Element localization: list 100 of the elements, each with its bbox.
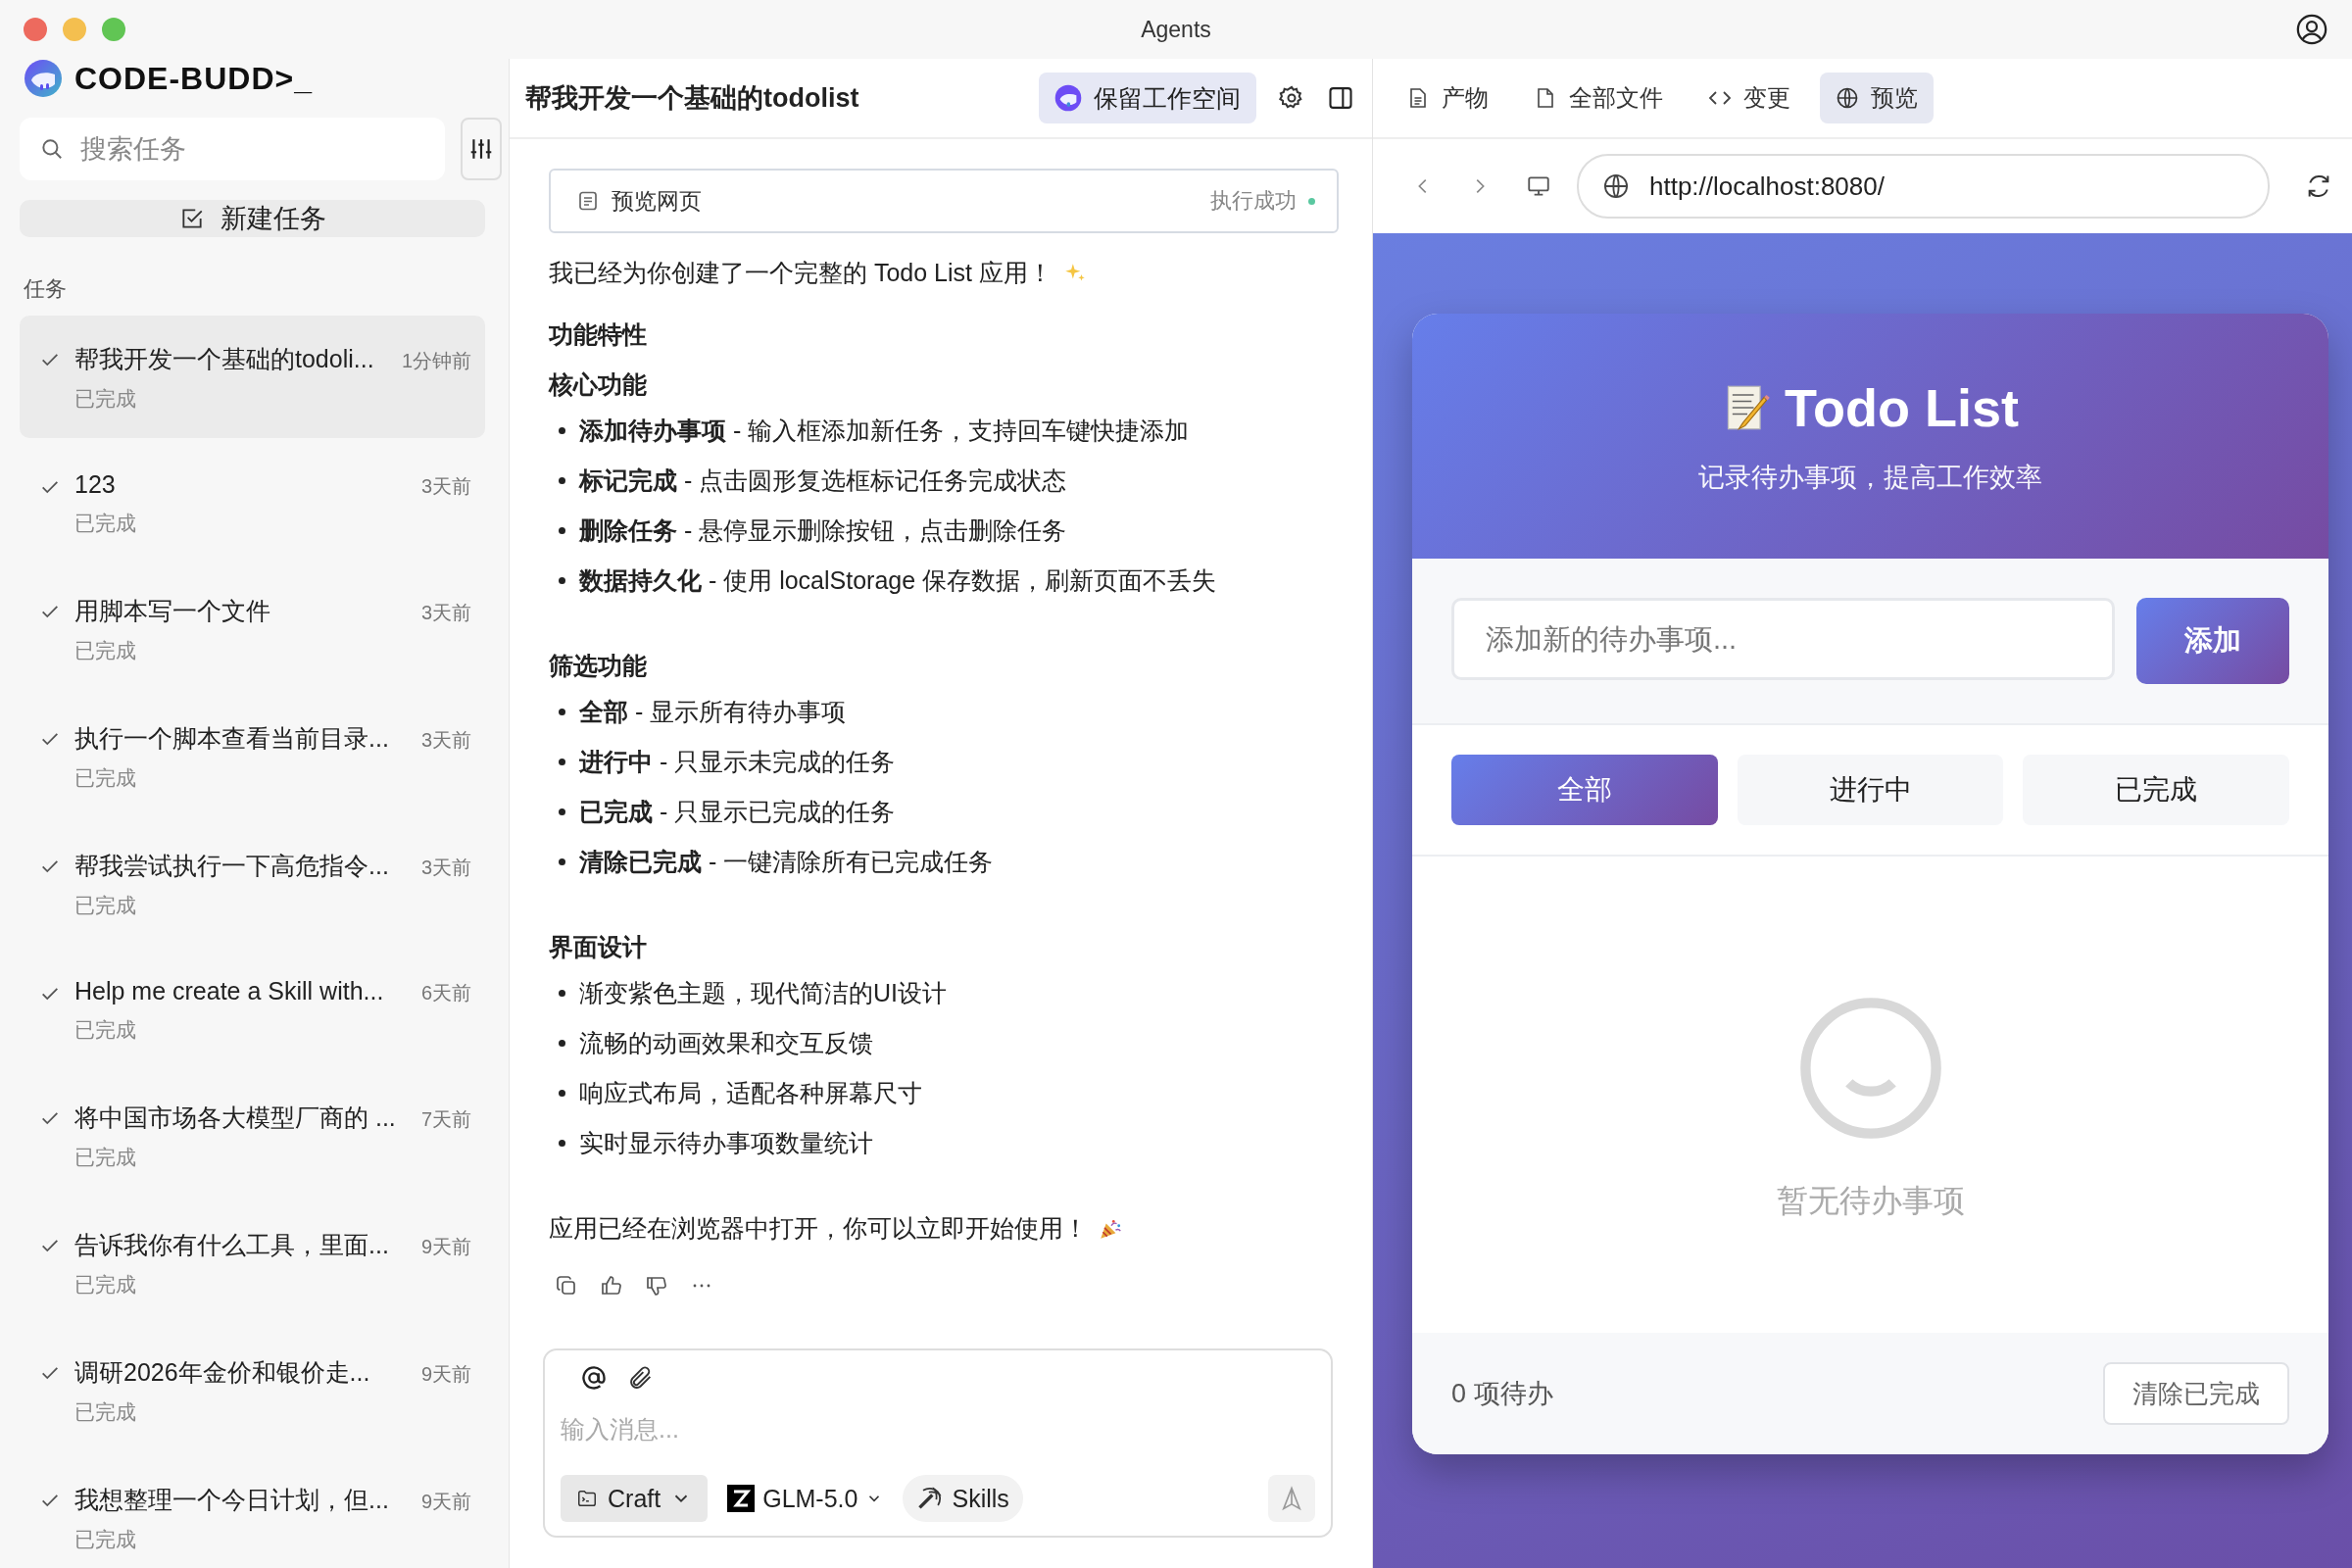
task-time: 6天前 xyxy=(420,981,471,1005)
task-time: 9天前 xyxy=(420,1490,471,1514)
bullet-text: 渐变紫色主题，现代简洁的UI设计 xyxy=(579,978,947,1008)
mode-dropdown[interactable]: Craft xyxy=(561,1475,709,1522)
task-time: 7天前 xyxy=(420,1107,471,1132)
task-status: 已完成 xyxy=(74,893,137,918)
address-bar[interactable]: http://localhost:8080/ xyxy=(1577,154,2270,219)
bullet-dot xyxy=(559,759,565,765)
thumbs-up-icon[interactable] xyxy=(600,1274,623,1298)
new-task-button[interactable]: 新建任务 xyxy=(20,200,485,237)
task-title: 帮我尝试执行一下高危指令... xyxy=(74,851,389,881)
task-status: 已完成 xyxy=(74,1399,137,1425)
mention-icon[interactable] xyxy=(580,1364,608,1392)
mascot-icon xyxy=(1054,84,1082,112)
section-heading: 核心功能 xyxy=(549,369,648,400)
copy-icon[interactable] xyxy=(555,1274,578,1298)
task-time: 1分钟前 xyxy=(401,349,471,373)
filter-button[interactable] xyxy=(461,118,502,180)
bullet-text: 清除已完成 - 一键清除所有已完成任务 xyxy=(579,847,994,877)
smiley-icon xyxy=(1797,996,1943,1141)
todo-count: 0 项待办 xyxy=(1451,1378,1553,1410)
filter-tab[interactable]: 进行中 xyxy=(1737,755,2004,825)
task-item[interactable]: 执行一个脚本查看当前目录... 3天前 已完成 xyxy=(20,695,485,817)
tool-name: 预览网页 xyxy=(612,186,702,216)
window-title: Agents xyxy=(1141,16,1211,43)
clear-completed-button[interactable]: 清除已完成 xyxy=(2103,1362,2289,1425)
task-status: 已完成 xyxy=(74,1017,137,1043)
task-status: 已完成 xyxy=(74,1145,137,1170)
task-title: 调研2026年金价和银价走... xyxy=(74,1357,370,1388)
search-icon xyxy=(39,136,65,162)
task-status: 已完成 xyxy=(74,638,137,663)
task-title: 用脚本写一个文件 xyxy=(74,596,270,626)
globe-icon xyxy=(1836,86,1859,110)
task-status: 已完成 xyxy=(74,765,137,791)
section-heading: 筛选功能 xyxy=(549,651,648,681)
task-time: 3天前 xyxy=(420,856,471,880)
task-title: Help me create a Skill with... xyxy=(74,977,384,1005)
globe-icon xyxy=(1602,172,1630,200)
task-item[interactable]: 我想整理一个今日计划，但... 9天前 已完成 xyxy=(20,1456,485,1568)
chat-title: 帮我开发一个基础的todolist xyxy=(525,82,859,115)
task-title: 123 xyxy=(74,470,116,499)
app-subtitle: 记录待办事项，提高工作效率 xyxy=(1698,462,2042,494)
monitor-icon[interactable] xyxy=(1526,173,1551,199)
bullet-dot xyxy=(559,527,565,534)
skills-button[interactable]: Skills xyxy=(903,1475,1023,1522)
bullet-dot xyxy=(559,1090,565,1097)
bullet-dot xyxy=(559,808,565,815)
bullet-text: 删除任务 - 悬停显示删除按钮，点击删除任务 xyxy=(579,515,1067,546)
todo-input[interactable]: 添加新的待办事项... xyxy=(1451,598,2115,680)
panel-tab[interactable]: 产物 xyxy=(1391,73,1504,123)
bullet-text: 流畅的动画效果和交互反馈 xyxy=(579,1028,873,1058)
message-text: 应用已经在浏览器中打开，你可以立即开始使用！ xyxy=(549,1213,1088,1244)
bullet-dot xyxy=(559,1040,565,1047)
keep-workspace-button[interactable]: 保留工作空间 xyxy=(1039,73,1256,123)
task-item[interactable]: 调研2026年金价和银价走... 9天前 已完成 xyxy=(20,1329,485,1451)
model-logo-icon xyxy=(727,1485,756,1512)
task-time: 9天前 xyxy=(420,1235,471,1259)
panel-tab[interactable]: 变更 xyxy=(1692,73,1806,123)
search-field[interactable]: 搜索任务 xyxy=(20,118,445,180)
document-icon xyxy=(576,189,600,213)
model-dropdown[interactable]: GLM-5.0 xyxy=(719,1484,892,1513)
task-time: 9天前 xyxy=(420,1362,471,1387)
add-button[interactable]: 添加 xyxy=(2136,598,2289,684)
folder-terminal-icon xyxy=(576,1488,598,1509)
bullet-dot xyxy=(559,427,565,434)
task-item[interactable]: 帮我尝试执行一下高危指令... 3天前 已完成 xyxy=(20,822,485,945)
task-item[interactable]: 123 3天前 已完成 xyxy=(20,443,485,563)
task-item[interactable]: 告诉我你有什么工具，里面... 9天前 已完成 xyxy=(20,1201,485,1324)
bullet-dot xyxy=(559,477,565,484)
panel-tab[interactable]: 全部文件 xyxy=(1518,73,1679,123)
task-item[interactable]: 帮我开发一个基础的todoli... 1分钟前 已完成 xyxy=(20,316,485,438)
user-account-icon[interactable] xyxy=(2295,13,2328,46)
task-status: 已完成 xyxy=(74,386,137,412)
status-dot xyxy=(1308,197,1315,205)
task-item[interactable]: Help me create a Skill with... 6天前 已完成 xyxy=(20,950,485,1069)
message-composer[interactable]: 输入消息... Craft GLM-5.0 Skills xyxy=(543,1348,1333,1538)
task-title: 我想整理一个今日计划，但... xyxy=(74,1485,389,1515)
send-button[interactable] xyxy=(1268,1475,1315,1522)
tool-call-card[interactable]: 预览网页 执行成功 xyxy=(549,169,1339,233)
task-item[interactable]: 将中国市场各大模型厂商的 ... 7天前 已完成 xyxy=(20,1074,485,1197)
bullet-text: 实时显示待办事项数量统计 xyxy=(579,1128,873,1158)
filter-tab[interactable]: 全部 xyxy=(1451,755,1718,825)
bullet-text: 进行中 - 只显示未完成的任务 xyxy=(579,747,896,777)
thumbs-down-icon[interactable] xyxy=(645,1274,668,1298)
close-button[interactable] xyxy=(24,18,47,41)
section-heading: 功能特性 xyxy=(549,319,648,350)
bullet-text: 已完成 - 只显示已完成的任务 xyxy=(579,797,896,827)
bullet-dot xyxy=(559,990,565,997)
sidebar-toggle-icon[interactable] xyxy=(1327,84,1354,112)
filter-tab[interactable]: 已完成 xyxy=(2023,755,2289,825)
task-item[interactable]: 用脚本写一个文件 3天前 已完成 xyxy=(20,567,485,690)
app-title: Todo List xyxy=(1785,377,2019,438)
panel-tab[interactable]: 预览 xyxy=(1820,73,1934,123)
task-status: 已完成 xyxy=(74,1272,137,1298)
task-title: 帮我开发一个基础的todoli... xyxy=(74,344,374,374)
logo-wordmark: CODE-BUDD>_ xyxy=(74,60,314,97)
tool-status: 执行成功 xyxy=(1210,187,1297,215)
task-status: 已完成 xyxy=(74,1527,137,1552)
bullet-dot xyxy=(559,858,565,865)
task-time: 3天前 xyxy=(420,601,471,625)
